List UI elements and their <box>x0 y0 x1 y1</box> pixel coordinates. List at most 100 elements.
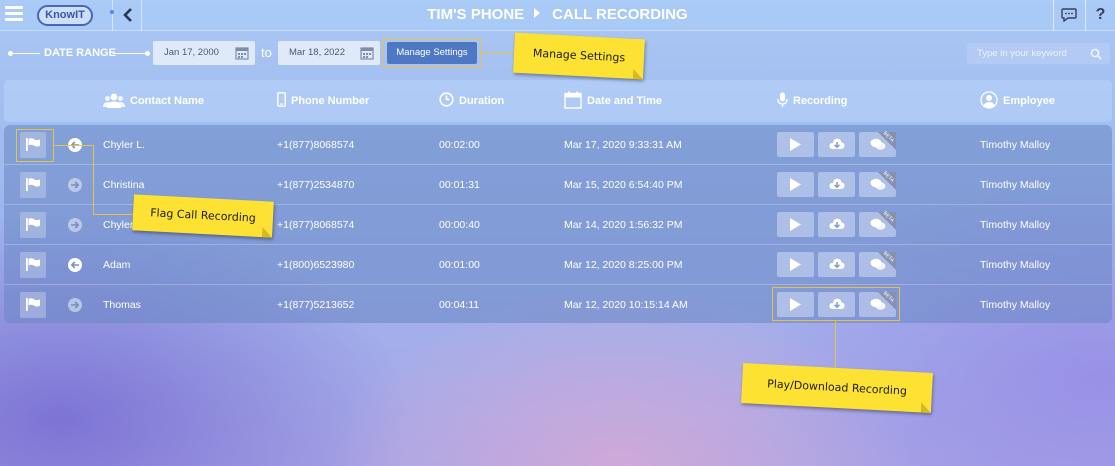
microphone-icon <box>777 92 788 107</box>
column-label: Date and Time <box>587 95 662 107</box>
flag-callout-line-h <box>54 145 93 146</box>
flag-call-button[interactable] <box>20 292 46 318</box>
cloud-download-icon <box>829 138 845 149</box>
transcript-beta-button[interactable]: BETA <box>859 250 896 277</box>
cloud-download-icon <box>829 178 845 189</box>
search-icon[interactable] <box>1090 48 1102 60</box>
manage-settings-button[interactable]: Manage Settings <box>387 42 477 64</box>
cloud-download-icon <box>829 218 845 229</box>
column-header-employee[interactable]: Employee <box>980 80 1055 122</box>
flag-call-button[interactable] <box>20 212 46 238</box>
phone-number: +1(877)2534870 <box>277 179 355 191</box>
from-date-field[interactable]: Jan 17, 2000 <box>153 41 255 65</box>
column-label: Duration <box>459 95 505 107</box>
play-icon <box>790 178 801 191</box>
contact-name: Thomas <box>103 299 141 311</box>
calendar-icon[interactable] <box>360 46 374 60</box>
calendar-icon[interactable] <box>235 46 249 60</box>
cloud-download-icon <box>829 258 845 269</box>
to-label: to <box>261 45 272 60</box>
manage-callout-line <box>481 53 515 54</box>
flag-callout-line-v <box>93 145 94 214</box>
column-header-phone[interactable]: Phone Number <box>277 80 369 122</box>
play-recording-button[interactable] <box>777 132 814 157</box>
phone-number: +1(877)8068574 <box>277 139 355 151</box>
search-input[interactable] <box>967 43 1110 64</box>
date-range-label: DATE RANGE <box>44 47 116 59</box>
employee-name: Timothy Malloy <box>980 299 1051 311</box>
clock-icon <box>439 92 454 107</box>
range-line-right <box>113 53 147 54</box>
download-recording-button[interactable] <box>818 172 855 197</box>
play-recording-button[interactable] <box>777 212 814 237</box>
chat-bubble-icon <box>1061 8 1077 22</box>
phone-number: +1(877)5213652 <box>277 299 355 311</box>
call-duration: 00:02:00 <box>439 139 480 151</box>
top-bar: KnowIT TIM'S PHONE CALL RECORDING ? <box>0 0 1115 31</box>
breadcrumb-page: CALL RECORDING <box>552 6 688 23</box>
outgoing-call-icon <box>68 218 82 232</box>
play-recording-button[interactable] <box>777 172 814 197</box>
column-header-datetime[interactable]: Date and Time <box>564 80 662 122</box>
download-recording-button[interactable] <box>818 132 855 157</box>
flag-icon <box>26 178 40 191</box>
contact-name: Chyler L. <box>103 139 146 151</box>
user-circle-icon <box>980 90 998 109</box>
employee-name: Timothy Malloy <box>980 259 1051 271</box>
from-date-value: Jan 17, 2000 <box>164 47 219 58</box>
play-download-callout: Play/Download Recording <box>741 363 933 413</box>
transcript-beta-button[interactable]: BETA <box>859 170 896 197</box>
column-label: Contact Name <box>130 95 204 107</box>
people-icon <box>103 93 125 108</box>
breadcrumb-device: TIM'S PHONE <box>427 6 525 23</box>
download-recording-button[interactable] <box>818 212 855 237</box>
call-duration: 00:04:11 <box>439 299 480 311</box>
to-date-value: Mar 18, 2022 <box>289 47 345 58</box>
flag-icon <box>26 298 40 311</box>
range-dot-right <box>145 51 150 56</box>
calendar-icon <box>564 91 582 109</box>
flag-icon <box>26 258 40 271</box>
contact-name: Adam <box>103 259 131 271</box>
phone-number: +1(800)6523980 <box>277 259 355 271</box>
column-header-recording[interactable]: Recording <box>777 80 847 122</box>
download-recording-button[interactable] <box>818 252 855 277</box>
table-header: Contact Name Phone Number Duration Date … <box>4 80 1112 122</box>
page-title: TIM'S PHONE CALL RECORDING <box>0 0 1115 30</box>
chat-button[interactable] <box>1053 0 1083 31</box>
play-recording-button[interactable] <box>777 252 814 277</box>
outgoing-call-icon <box>68 298 82 312</box>
play-icon <box>790 218 801 231</box>
column-label: Recording <box>793 95 848 107</box>
flag-highlight <box>16 129 54 162</box>
employee-name: Timothy Malloy <box>980 179 1051 191</box>
outgoing-call-icon <box>68 178 82 192</box>
column-header-contact[interactable]: Contact Name <box>103 80 204 122</box>
transcript-beta-button[interactable]: BETA <box>859 210 896 237</box>
employee-name: Timothy Malloy <box>980 219 1051 231</box>
status-dot <box>110 10 114 14</box>
transcript-beta-button[interactable]: BETA <box>859 130 896 157</box>
flag-call-button[interactable] <box>20 172 46 198</box>
column-label: Phone Number <box>291 95 370 107</box>
table-row[interactable]: Adam +1(800)6523980 00:01:00 Mar 12, 202… <box>4 245 1112 285</box>
column-label: Employee <box>1003 95 1055 107</box>
table-row[interactable]: Thomas +1(877)5213652 00:04:11 Mar 12, 2… <box>4 285 1112 325</box>
table-row[interactable]: Chyler L. +1(877)8068574 00:02:00 Mar 17… <box>4 125 1112 165</box>
help-button[interactable]: ? <box>1085 0 1115 31</box>
phone-number: +1(877)8068574 <box>277 219 355 231</box>
play-icon <box>790 138 801 151</box>
hamburger-menu-icon[interactable] <box>5 6 23 24</box>
collapse-sidebar-button[interactable] <box>110 0 142 31</box>
flag-recording-callout: Flag Call Recording <box>132 194 274 238</box>
flag-call-button[interactable] <box>20 252 46 278</box>
call-duration: 00:00:40 <box>439 219 480 231</box>
recording-controls-highlight <box>772 287 900 321</box>
column-header-duration[interactable]: Duration <box>439 80 504 122</box>
call-datetime: Mar 12, 2020 8:25:00 PM <box>564 259 683 271</box>
to-date-field[interactable]: Mar 18, 2022 <box>278 41 380 65</box>
call-datetime: Mar 15, 2020 6:54:40 PM <box>564 179 683 191</box>
play-icon <box>790 258 801 271</box>
employee-name: Timothy Malloy <box>980 139 1051 151</box>
flag-callout-line-h2 <box>93 214 135 215</box>
